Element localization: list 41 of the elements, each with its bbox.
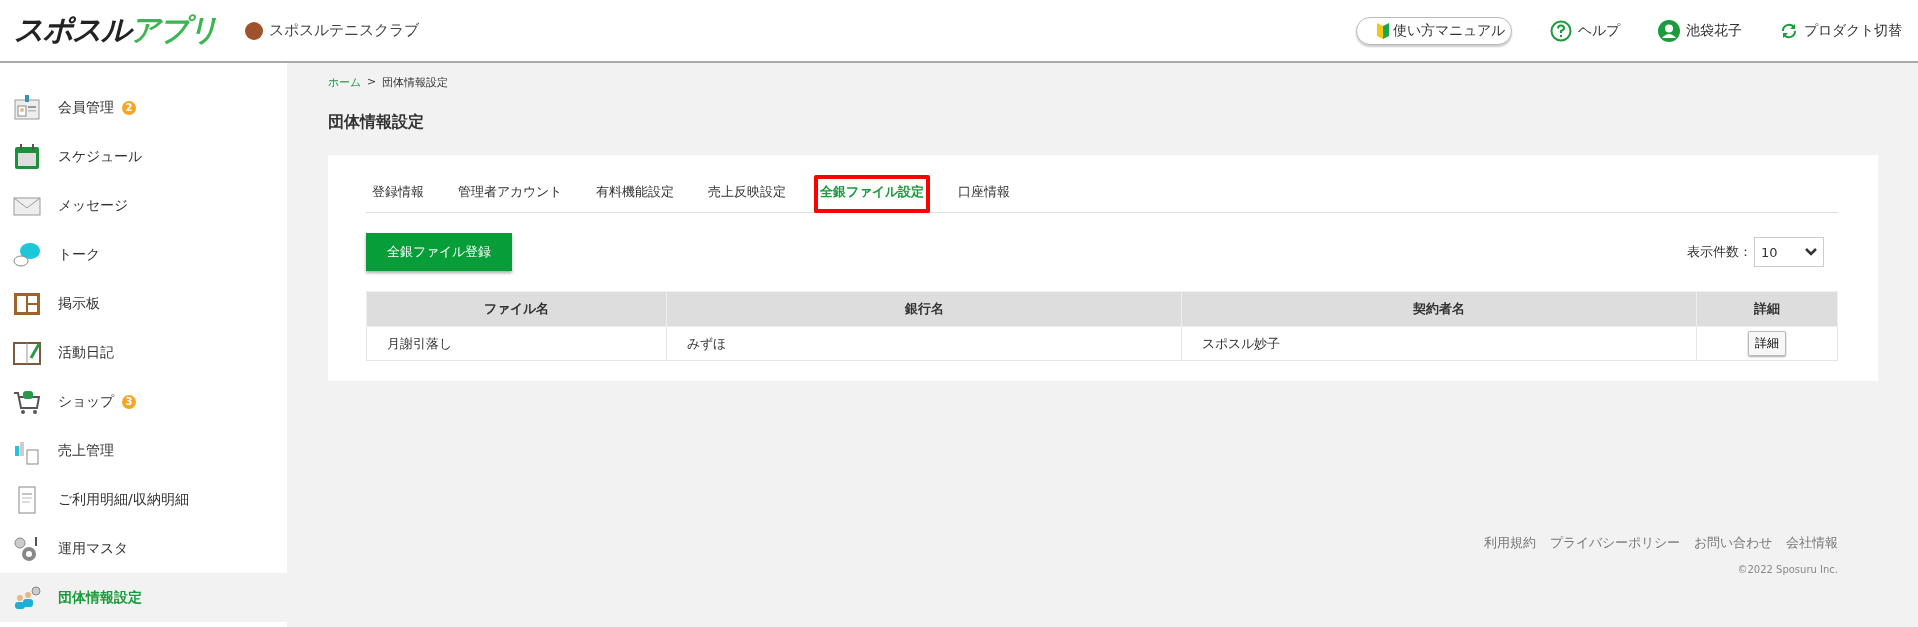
column-header: 契約者名 bbox=[1181, 291, 1697, 327]
calendar-icon bbox=[12, 141, 42, 172]
column-header: ファイル名 bbox=[366, 291, 667, 327]
footer-link[interactable]: お問い合わせ bbox=[1694, 534, 1772, 552]
page-size-select[interactable]: 10 bbox=[1754, 237, 1824, 267]
beginner-mark-icon bbox=[1377, 22, 1389, 39]
footer-link[interactable]: 会社情報 bbox=[1786, 534, 1838, 552]
count-badge: 2 bbox=[122, 100, 136, 115]
member-icon bbox=[12, 92, 42, 123]
help-link[interactable]: ヘルプ bbox=[1550, 19, 1620, 42]
tab[interactable]: 口座情報 bbox=[952, 175, 1016, 213]
chevron-down-icon bbox=[1805, 248, 1817, 256]
tab[interactable]: 有料機能設定 bbox=[590, 175, 680, 213]
count-badge: 3 bbox=[122, 394, 136, 409]
product-switch-link[interactable]: プロダクト切替 bbox=[1780, 21, 1902, 40]
breadcrumb-text: > bbox=[367, 75, 377, 90]
help-icon bbox=[1550, 19, 1572, 42]
table-cell: みずほ bbox=[666, 326, 1182, 361]
manual-button[interactable]: 使い方マニュアル bbox=[1356, 16, 1512, 45]
footer-link[interactable]: プライバシーポリシー bbox=[1550, 534, 1680, 552]
detail-button[interactable]: 詳細 bbox=[1747, 331, 1786, 356]
club-name: スポスルテニスクラブ bbox=[269, 21, 419, 40]
copyright: ©2022 Sposuru Inc. bbox=[1737, 564, 1838, 575]
register-button[interactable]: 全銀ファイル登録 bbox=[366, 233, 512, 271]
user-icon bbox=[1658, 19, 1680, 42]
page-title: 団体情報設定 bbox=[328, 112, 425, 133]
tab[interactable]: 管理者アカウント bbox=[452, 175, 568, 213]
tab[interactable]: 登録情報 bbox=[366, 175, 430, 213]
refresh-icon bbox=[1780, 21, 1798, 40]
app-logo: スポスルアプリ bbox=[14, 11, 217, 49]
footer-link[interactable]: 利用規約 bbox=[1484, 534, 1536, 552]
user-menu[interactable]: 池袋花子 bbox=[1658, 19, 1742, 42]
column-header: 銀行名 bbox=[666, 291, 1182, 327]
page-size-label: 表示件数： bbox=[1687, 243, 1752, 261]
column-header: 詳細 bbox=[1696, 291, 1838, 327]
table-cell: 月謝引落し bbox=[366, 326, 667, 361]
tab[interactable]: 売上反映設定 bbox=[702, 175, 792, 213]
club-avatar-icon bbox=[245, 21, 263, 40]
breadcrumb-text: 団体情報設定 bbox=[382, 75, 449, 90]
tab[interactable]: 全銀ファイル設定 bbox=[814, 175, 930, 213]
table-cell: スポスル妙子 bbox=[1181, 326, 1697, 361]
